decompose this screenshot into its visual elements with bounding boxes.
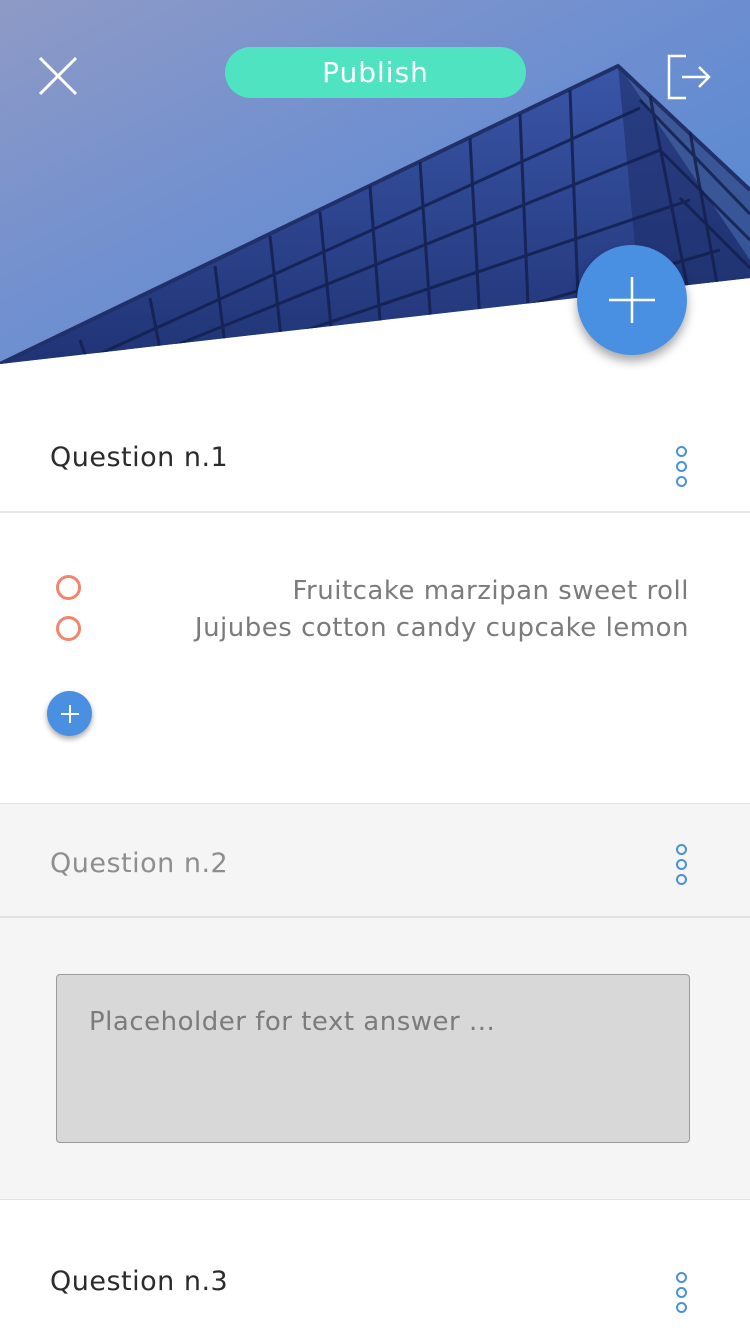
answer-option: Fruitcake marzipan sweet roll [0, 574, 750, 610]
plus-icon [60, 704, 79, 723]
add-question-button[interactable] [577, 245, 687, 355]
question-title: Question n.3 [50, 1265, 229, 1297]
publish-button[interactable]: Publish [225, 47, 526, 98]
exit-button[interactable] [664, 52, 714, 102]
close-button[interactable] [34, 52, 82, 100]
survey-editor-screen: Publish Question n.1 Fruitcake marzipan … [0, 0, 750, 1334]
question-2-more-options-icon[interactable] [671, 842, 691, 888]
plus-icon [609, 277, 655, 323]
answer-option-text: Jujubes cotton candy cupcake lemon [194, 613, 689, 643]
question-title: Question n.2 [50, 847, 229, 879]
close-icon [38, 56, 78, 96]
question-row-2[interactable]: Question n.2 [0, 836, 750, 890]
question-1-more-options-icon[interactable] [671, 444, 691, 490]
question-row-3[interactable]: Question n.3 [0, 1254, 750, 1308]
question-title: Question n.1 [50, 441, 229, 473]
add-option-button[interactable] [47, 691, 92, 736]
exit-icon [667, 54, 711, 100]
question-row-1[interactable]: Question n.1 [0, 430, 750, 484]
divider [0, 916, 750, 918]
divider [0, 511, 750, 513]
answer-option: Jujubes cotton candy cupcake lemon [0, 613, 750, 651]
text-answer-input[interactable]: Placeholder for text answer ... [56, 974, 690, 1143]
answer-option-text: Fruitcake marzipan sweet roll [292, 576, 689, 606]
radio-button[interactable] [56, 575, 81, 600]
radio-button[interactable] [56, 616, 81, 641]
question-3-more-options-icon[interactable] [671, 1270, 691, 1316]
